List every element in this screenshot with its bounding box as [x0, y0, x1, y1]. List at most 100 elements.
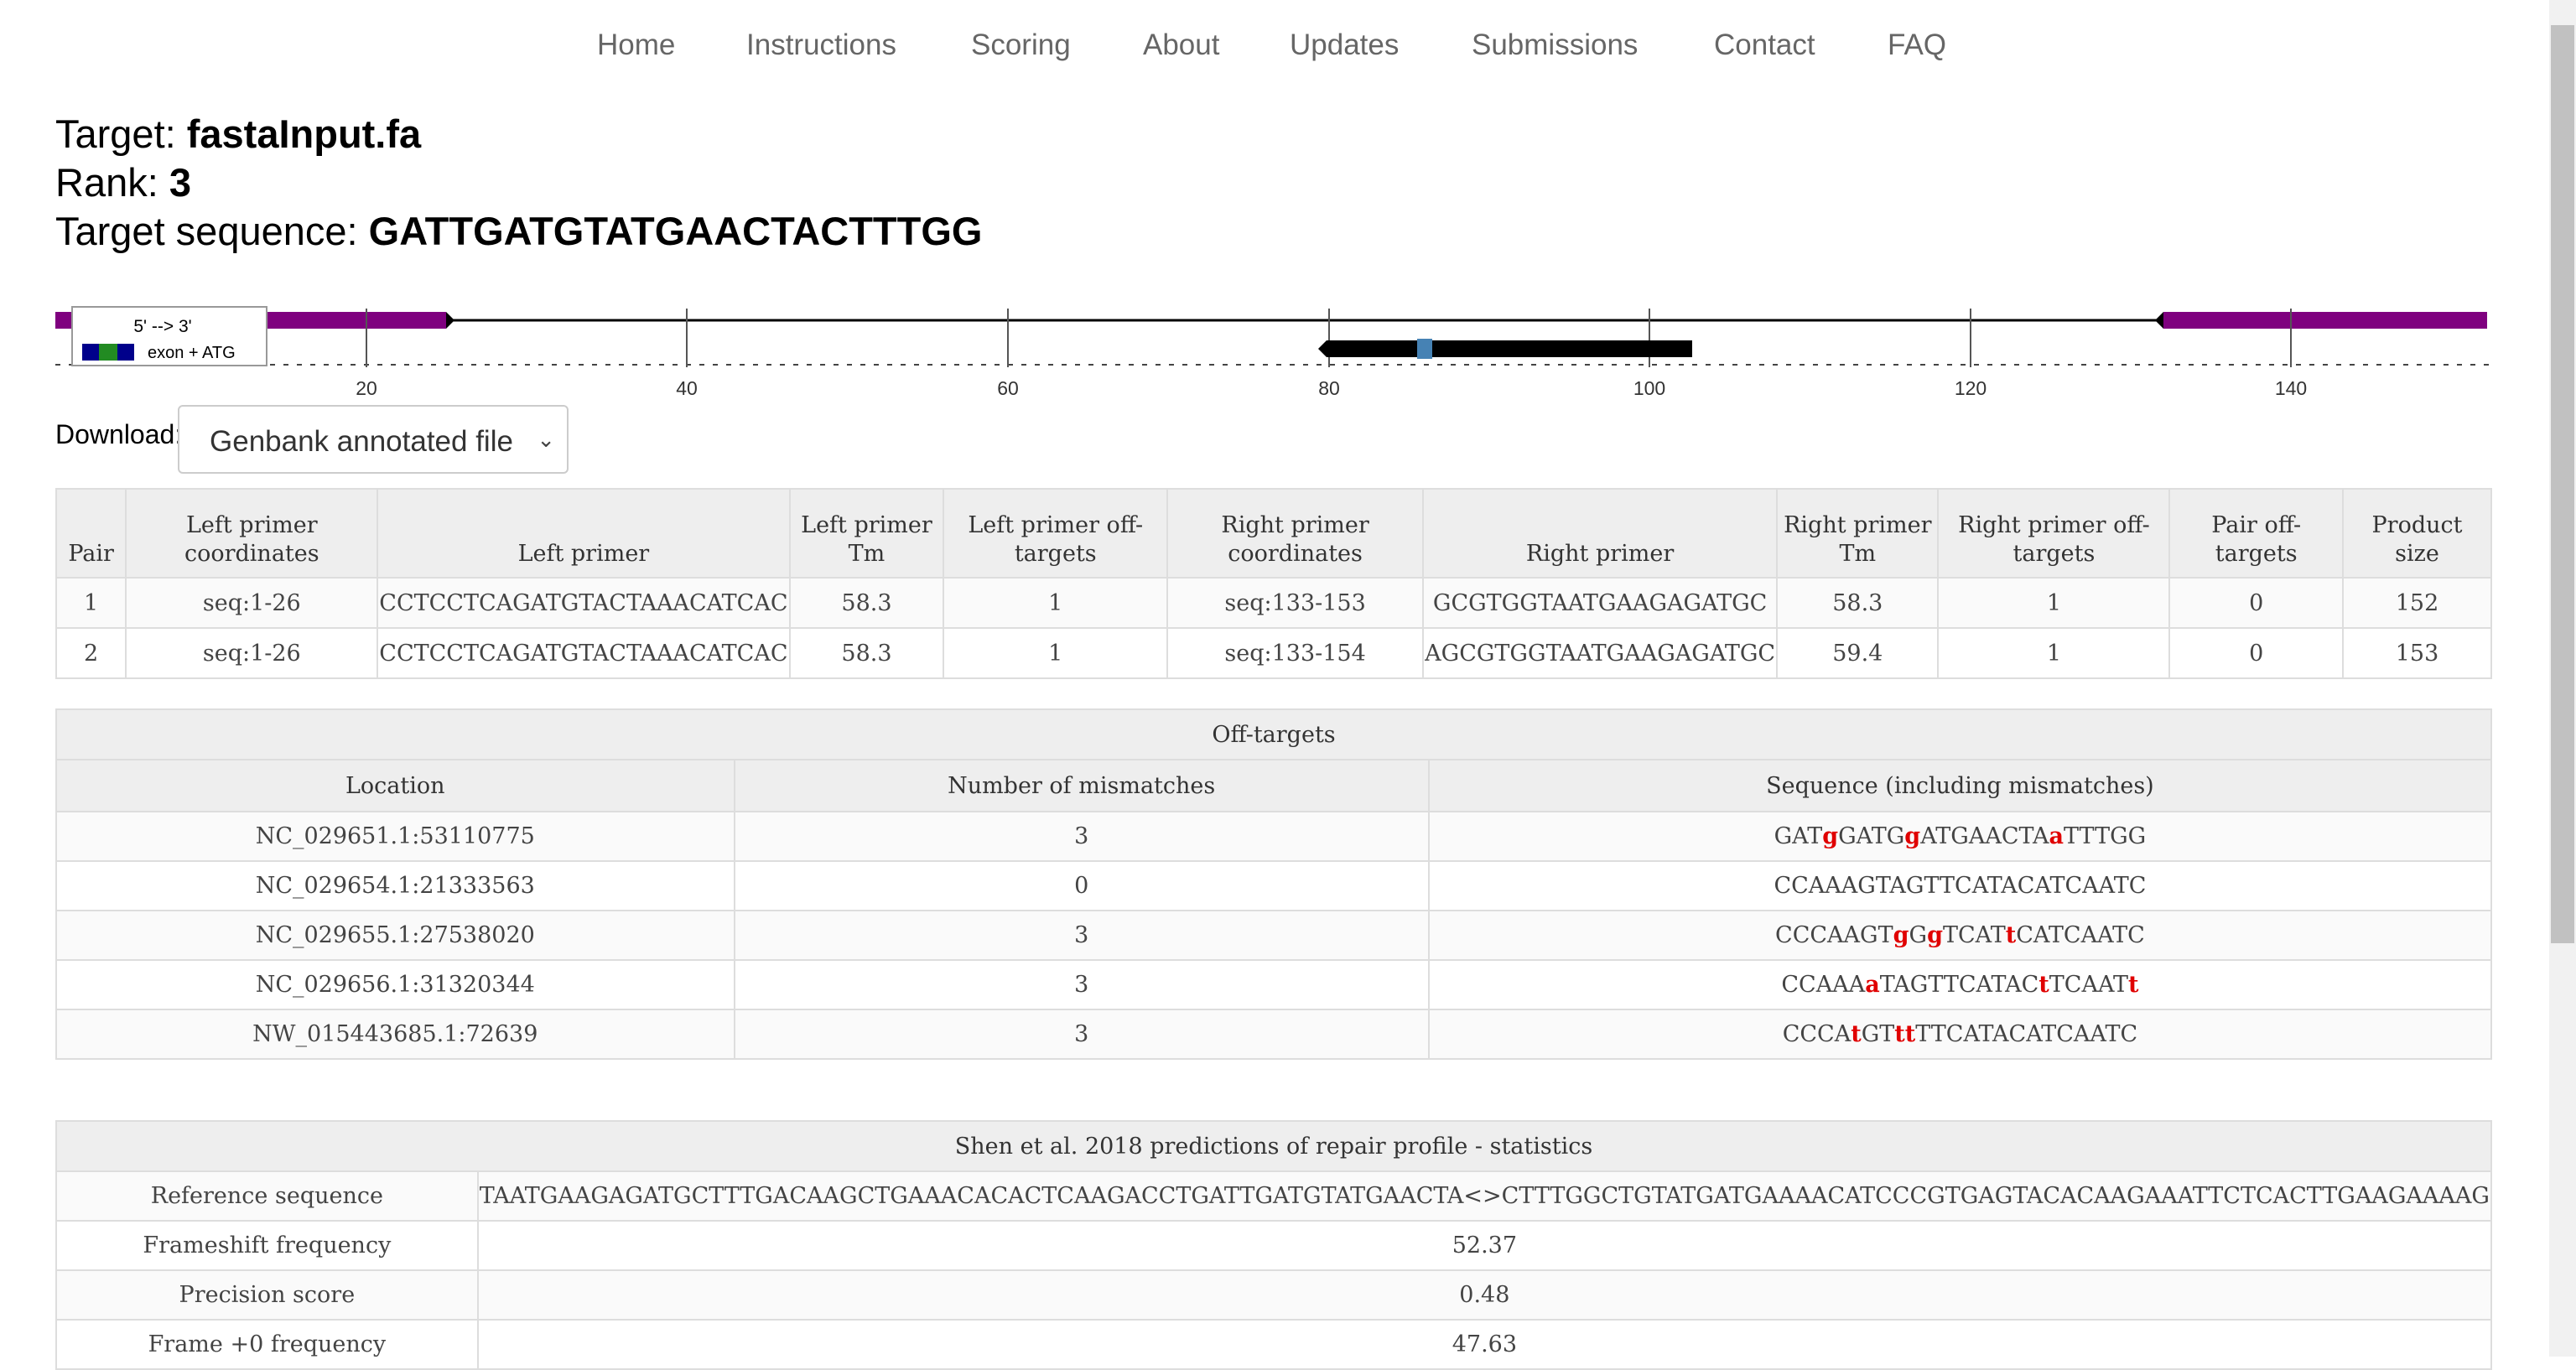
stat-label: Precision score	[55, 1269, 479, 1321]
location-cell: NC_029656.1:31320344	[55, 959, 735, 1010]
map-legend: 5' --> 3' exon + ATG	[71, 306, 267, 366]
col-product-size: Product size	[2342, 488, 2492, 579]
guide-arrow	[1318, 340, 1327, 357]
col-right-coords: Right primer coordinates	[1166, 488, 1425, 579]
scrollbar-thumb[interactable]	[2551, 25, 2574, 943]
download-select-value: Genbank annotated file	[210, 425, 513, 458]
cell: seq:133-154	[1166, 627, 1425, 679]
rank-label: Rank:	[55, 160, 158, 205]
rank-value: 3	[169, 160, 191, 205]
cell: 153	[2342, 627, 2492, 679]
location-cell: NW_015443685.1:72639	[55, 1009, 735, 1060]
sequence-cell: CCAAAaTAGTTCATACtTCAATt	[1427, 959, 2493, 1010]
stat-value: 0.48	[476, 1269, 2493, 1321]
cell: CCTCCTCAGATGTACTAAACATCAC	[377, 577, 791, 629]
location-cell: NC_029655.1:27538020	[55, 910, 735, 961]
table-row: 2 seq:1-26 CCTCCTCAGATGTACTAAACATCAC 58.…	[55, 627, 2492, 679]
col-mismatches: Number of mismatches	[733, 759, 1430, 812]
mismatch-base: t	[1894, 1021, 1905, 1047]
repair-profile-caption: Shen et al. 2018 predictions of repair p…	[55, 1120, 2492, 1172]
mismatch-cell: 3	[733, 811, 1430, 862]
cell: 2	[55, 627, 127, 679]
tick-label-100: 100	[1633, 377, 1665, 399]
stat-value: 47.63	[476, 1319, 2493, 1370]
nav-instructions[interactable]: Instructions	[746, 29, 896, 62]
location-cell: NC_029654.1:21333563	[55, 860, 735, 911]
tick-label-120: 120	[1955, 377, 1987, 399]
table-row: Reference sequence TAATGAAGAGATGCTTTGACA…	[55, 1170, 2493, 1222]
mismatch-cell: 0	[733, 860, 1430, 911]
top-nav: Home Instructions Scoring About Updates …	[0, 29, 2549, 74]
mismatch-base: g	[1893, 922, 1909, 948]
mismatch-base: a	[1865, 972, 1880, 998]
download-select[interactable]: Genbank annotated file ⌄	[178, 405, 569, 474]
cell: GCGTGGTAATGAAGAGATGC	[1422, 577, 1779, 629]
target-line: Target: fastaInput.fa	[55, 111, 421, 158]
col-sequence: Sequence (including mismatches)	[1427, 759, 2493, 812]
col-left-tm: Left primer Tm	[788, 488, 945, 579]
target-sequence-value: GATTGATGTATGAACTACTTTGG	[368, 209, 983, 253]
rank-line: Rank: 3	[55, 159, 191, 206]
cell: seq:1-26	[125, 577, 379, 629]
nav-about[interactable]: About	[1143, 29, 1219, 62]
offtargets-table: Off-targets Location Number of mismatche…	[55, 708, 2493, 1060]
cell: 0	[2168, 577, 2344, 629]
col-pair: Pair	[55, 488, 127, 579]
tick-label-40: 40	[676, 377, 698, 399]
mismatch-base: g	[1904, 823, 1921, 849]
cell: 59.4	[1776, 627, 1940, 679]
nav-scoring[interactable]: Scoring	[971, 29, 1071, 62]
table-row: NW_015443685.1:72639 3 CCCAtGTttTTCATACA…	[55, 1009, 2493, 1060]
target-value: fastaInput.fa	[186, 112, 422, 156]
ruler-ticks	[366, 309, 2292, 367]
mismatch-cell: 3	[733, 959, 1430, 1010]
nav-home[interactable]: Home	[597, 29, 675, 62]
location-cell: NC_029651.1:53110775	[55, 811, 735, 862]
table-row: NC_029654.1:21333563 0 CCAAAGTAGTTCATACA…	[55, 860, 2493, 911]
nav-submissions[interactable]: Submissions	[1472, 29, 1638, 62]
chevron-down-icon: ⌄	[537, 427, 555, 452]
cell: 1	[943, 627, 1169, 679]
target-sequence-line: Target sequence: GATTGATGTATGAACTACTTTGG	[55, 208, 982, 255]
stat-label: Reference sequence	[55, 1170, 479, 1222]
cell: 1	[55, 577, 127, 629]
mismatch-base: g	[1822, 823, 1839, 849]
mismatch-cell: 3	[733, 910, 1430, 961]
nav-updates[interactable]: Updates	[1290, 29, 1399, 62]
download-label: Download:	[55, 419, 183, 449]
tick-label-60: 60	[997, 377, 1019, 399]
cell: 58.3	[1776, 577, 1940, 629]
mismatch-base: t	[2127, 972, 2139, 998]
cell: 1	[1937, 577, 2171, 629]
col-pair-offtargets: Pair off-targets	[2168, 488, 2344, 579]
cell: seq:1-26	[125, 627, 379, 679]
table-row: NC_029655.1:27538020 3 CCCAAGTgGgTCATtCA…	[55, 910, 2493, 961]
cell: seq:133-153	[1166, 577, 1425, 629]
mismatch-base: t	[2005, 922, 2017, 948]
col-location: Location	[55, 759, 735, 812]
stat-label: Frame +0 frequency	[55, 1319, 479, 1370]
table-row: NC_029651.1:53110775 3 GATgGATGgATGAACTA…	[55, 811, 2493, 862]
stat-value: TAATGAAGAGATGCTTTGACAAGCTGAAACACACTCAAGA…	[476, 1170, 2493, 1222]
offtargets-caption: Off-targets	[55, 708, 2492, 760]
sequence-cell: GATgGATGgATGAACTAaTTTGG	[1427, 811, 2493, 862]
mismatch-base: t	[1904, 1021, 1916, 1047]
col-left-offtargets: Left primer off-targets	[943, 488, 1169, 579]
mismatch-base: g	[1927, 922, 1943, 948]
sequence-map: 20 40 60 80 100 120 140 5' --> 3' exon +…	[55, 306, 2494, 399]
primers-table: Pair Left primer coordinates Left primer…	[55, 488, 2492, 679]
mismatch-base: t	[1851, 1021, 1862, 1047]
sequence-cell: CCCAtGTttTTCATACATCAATC	[1427, 1009, 2493, 1060]
table-row: Frameshift frequency 52.37	[55, 1220, 2493, 1271]
cell: 0	[2168, 627, 2344, 679]
cell: 152	[2342, 577, 2492, 629]
nav-faq[interactable]: FAQ	[1888, 29, 1946, 62]
col-right-offtargets: Right primer off-targets	[1937, 488, 2171, 579]
cell: 1	[1937, 627, 2171, 679]
nav-contact[interactable]: Contact	[1714, 29, 1815, 62]
cell: 58.3	[788, 627, 945, 679]
col-right-primer: Right primer	[1422, 488, 1779, 579]
sequence-cell: CCCAAGTgGgTCATtCATCAATC	[1427, 910, 2493, 961]
sequence-cell: CCAAAGTAGTTCATACATCAATC	[1427, 860, 2493, 911]
table-row: NC_029656.1:31320344 3 CCAAAaTAGTTCATACt…	[55, 959, 2493, 1010]
